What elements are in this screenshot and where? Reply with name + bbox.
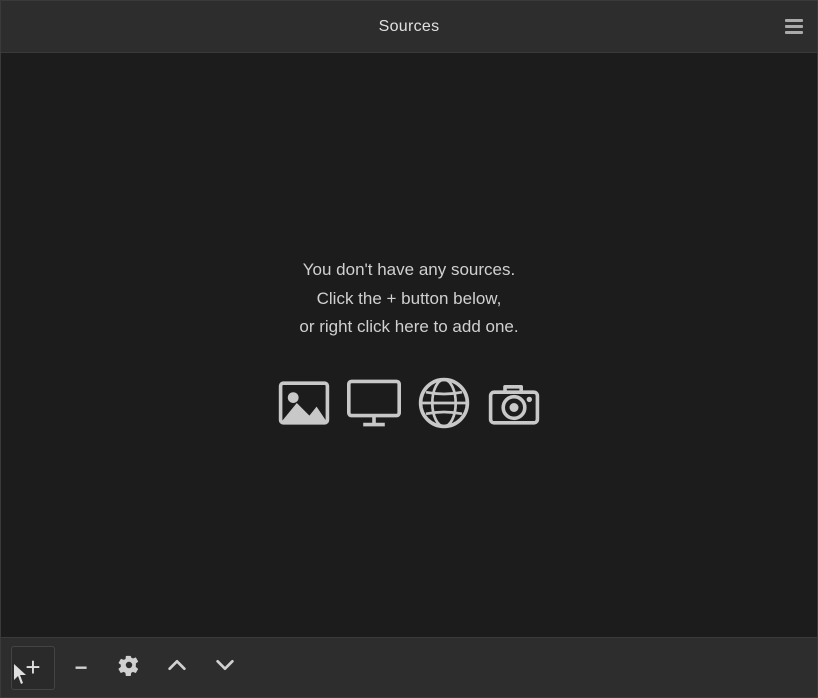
display-capture-icon — [343, 372, 405, 434]
empty-line-2: Click the + button below, — [299, 285, 518, 314]
empty-line-3: or right click here to add one. — [299, 313, 518, 342]
panel-title: Sources — [379, 18, 440, 36]
empty-line-1: You don't have any sources. — [299, 256, 518, 285]
gear-icon — [118, 654, 140, 682]
empty-state-message: You don't have any sources. Click the + … — [299, 256, 518, 343]
remove-icon: − — [75, 655, 88, 681]
sources-panel: Sources You don't have any sources. Clic… — [0, 0, 818, 698]
sources-content-area[interactable]: You don't have any sources. Click the + … — [1, 53, 817, 637]
sources-toolbar: + − — [1, 637, 817, 697]
source-settings-button[interactable] — [107, 646, 151, 690]
image-source-icon — [273, 372, 335, 434]
chevron-up-icon — [166, 654, 188, 682]
chevron-down-icon — [214, 654, 236, 682]
panel-menu-button[interactable] — [785, 19, 803, 35]
add-source-button[interactable]: + — [11, 646, 55, 690]
browser-source-icon — [413, 372, 475, 434]
move-source-up-button[interactable] — [155, 646, 199, 690]
move-source-down-button[interactable] — [203, 646, 247, 690]
source-type-icons — [273, 372, 545, 434]
add-icon: + — [25, 652, 40, 683]
remove-source-button[interactable]: − — [59, 646, 103, 690]
panel-header: Sources — [1, 1, 817, 53]
camera-source-icon — [483, 372, 545, 434]
